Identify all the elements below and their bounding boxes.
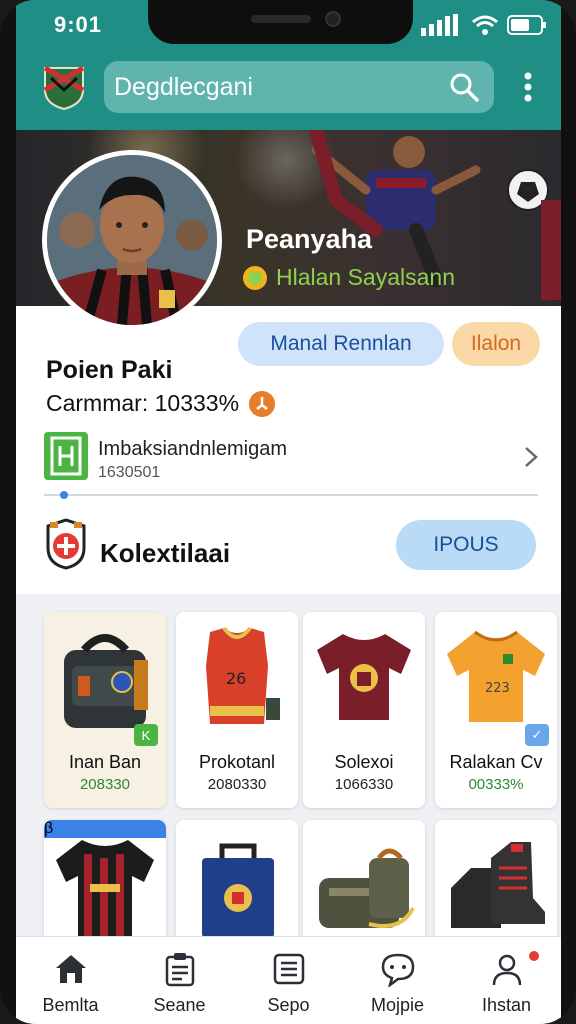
profile-name: Poien Paki <box>46 356 173 384</box>
featured-player-team: Hlalan Sayalsann <box>276 264 456 290</box>
avatar[interactable] <box>42 150 222 330</box>
progress-indicator <box>59 491 68 499</box>
nav-label: Sepo <box>267 995 310 1015</box>
collection-title: Kolextilaai <box>100 538 231 568</box>
profile-icon <box>492 954 521 986</box>
bag-icon <box>319 848 415 928</box>
nav-label: Mojpie <box>370 995 425 1015</box>
search-input[interactable]: Degdlecgani <box>114 73 448 102</box>
product-card[interactable]: 223 ✓ Ralakan Cv 00333% <box>435 612 557 808</box>
rank-badge-icon <box>249 390 276 417</box>
chat-button[interactable]: Ilalon <box>452 322 540 366</box>
product-price: 00333% <box>468 776 524 793</box>
product-price: 1066330 <box>334 776 394 793</box>
product-card[interactable]: K Inan Ban 208330 <box>44 612 166 808</box>
wifi-icon <box>472 15 498 35</box>
collection-badge-icon <box>46 518 86 570</box>
featured-player-subtitle: Hlalan Sayalsann <box>242 264 455 291</box>
shirt-icon <box>317 634 411 720</box>
signal-icon <box>421 14 458 36</box>
boots-icon <box>451 842 545 928</box>
fan-row-title: Imbaksiandnlemigam <box>98 438 287 460</box>
phone-frame: 9:01 Degdlecgani Peanyaha Hlalan Sayalsa… <box>0 0 576 1024</box>
product-card[interactable] <box>435 820 557 950</box>
fan-count-row[interactable]: Imbaksiandnlemigam 1630501 <box>16 428 561 492</box>
product-card[interactable]: 26 Prokotanl 2080330 <box>176 612 298 808</box>
fan-row-count: 1630501 <box>98 464 161 481</box>
product-card[interactable]: β <box>44 820 166 950</box>
nav-label: Seane <box>153 995 206 1015</box>
fan-progress-bar <box>44 491 538 499</box>
product-card[interactable]: Solexoi 1066330 <box>303 612 425 808</box>
follow-button[interactable]: Manal Rennlan <box>238 322 444 366</box>
home-icon <box>55 955 86 983</box>
product-name: Solexoi <box>334 752 394 772</box>
svg-text:223: 223 <box>485 681 510 696</box>
nav-item-home[interactable]: Bemlta <box>16 937 125 1024</box>
nav-label: Ihstan <box>481 995 532 1015</box>
nav-item-scene[interactable]: Seane <box>125 937 234 1024</box>
svg-text:26: 26 <box>226 669 246 688</box>
product-card[interactable] <box>176 820 298 950</box>
product-name: Prokotanl <box>198 752 276 772</box>
nav-label: Bemlta <box>42 995 99 1015</box>
case-icon <box>202 843 274 938</box>
app-bar: Degdlecgani <box>16 50 561 130</box>
nav-item-profile[interactable]: Ihstan <box>452 937 561 1024</box>
fan-group-icon <box>44 432 88 480</box>
product-card[interactable] <box>303 820 425 950</box>
collection-action-button[interactable]: IPOUS <box>396 520 536 570</box>
jersey-icon <box>56 840 154 938</box>
club-logo-icon[interactable] <box>41 64 87 110</box>
chevron-right-icon[interactable] <box>522 444 540 470</box>
nav-item-messages[interactable]: Mojpie <box>343 937 452 1024</box>
featured-player-name: Peanyaha <box>246 224 373 254</box>
app-screen: 9:01 Degdlecgani Peanyaha Hlalan Sayalsa… <box>16 0 561 1024</box>
product-name: Inan Ban <box>68 752 142 772</box>
jersey-icon: 26 <box>206 626 280 724</box>
profile-stat: Carmmar: 10333% <box>46 390 276 417</box>
camera-notch <box>148 0 413 44</box>
clipboard-icon <box>165 953 194 987</box>
product-grid: K Inan Ban 208330 26 Prokotanl 2080330 S… <box>16 594 561 950</box>
search-bar[interactable]: Degdlecgani <box>104 61 494 113</box>
profile-stat-text: Carmmar: 10333% <box>46 390 240 416</box>
chat-icon <box>381 953 414 987</box>
status-bar: 9:01 <box>16 0 561 50</box>
search-icon[interactable] <box>448 71 480 103</box>
list-icon <box>273 953 304 985</box>
product-tag: ✓ <box>525 724 549 746</box>
player-portrait <box>47 155 217 325</box>
nav-item-list[interactable]: Sepo <box>234 937 343 1024</box>
bottom-nav: Bemlta Seane Sepo Mojpie Ihstan <box>16 936 561 1024</box>
status-time: 9:01 <box>54 12 103 37</box>
product-price: 208330 <box>79 776 131 793</box>
more-menu-icon[interactable] <box>521 70 535 104</box>
product-tag: K <box>134 724 158 746</box>
battery-icon <box>507 15 546 35</box>
product-price: 2080330 <box>207 776 267 793</box>
notification-dot <box>529 951 539 961</box>
product-name: Ralakan Cv <box>449 752 543 772</box>
verified-badge-icon <box>243 265 267 290</box>
status-icons <box>421 14 547 36</box>
